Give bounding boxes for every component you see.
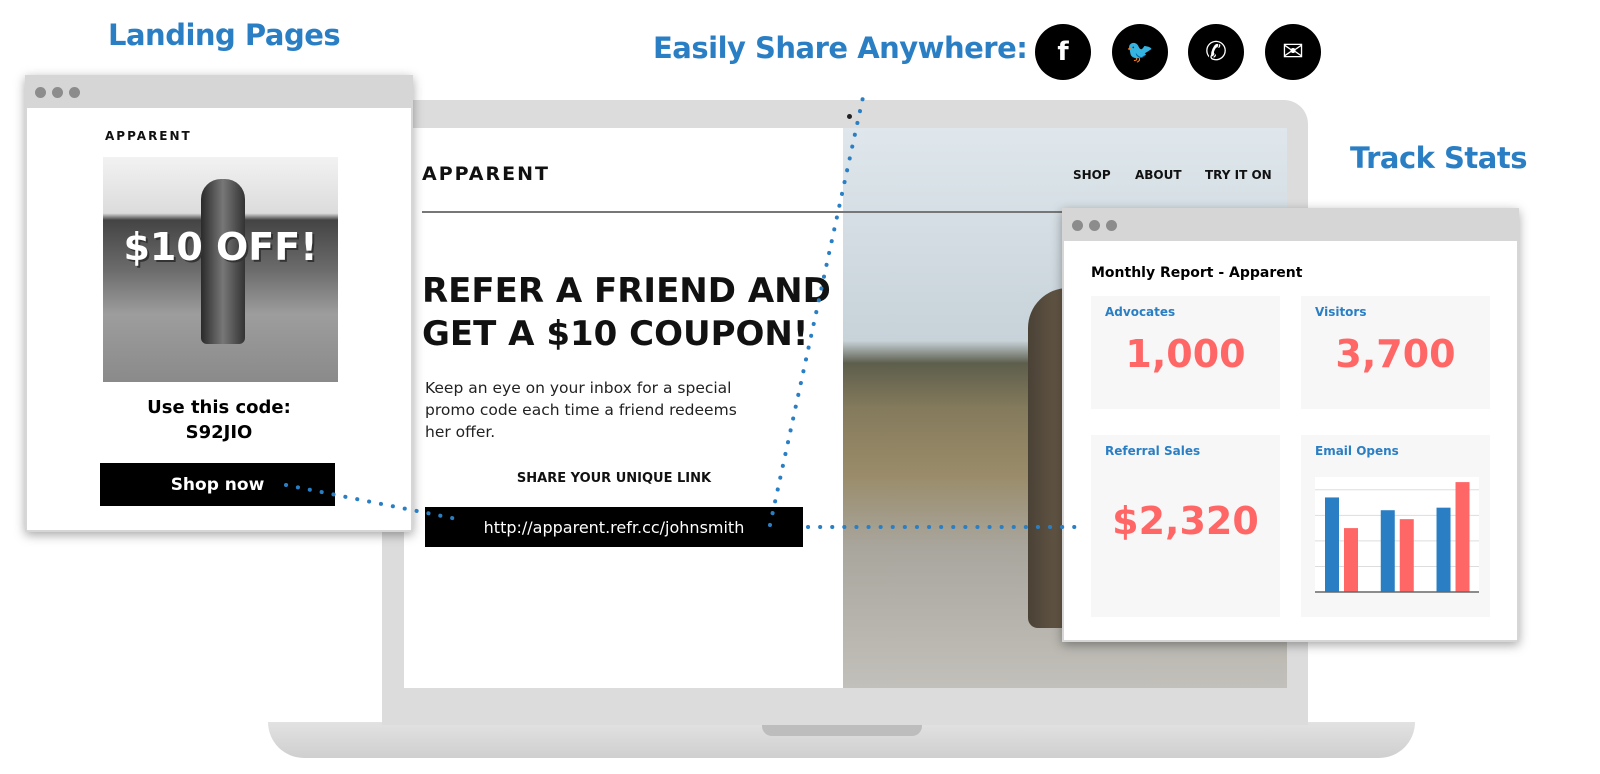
phone-icon[interactable]: ✆ bbox=[1188, 24, 1244, 80]
headline-line-1: REFER A FRIEND AND bbox=[422, 271, 831, 311]
chart-background bbox=[1315, 477, 1479, 593]
share-heading: Easily Share Anywhere: bbox=[653, 31, 1028, 65]
window-dot bbox=[1072, 220, 1083, 231]
chart-bar bbox=[1436, 507, 1451, 592]
chart-bar bbox=[1325, 497, 1339, 592]
headline-line-2: GET A $10 COUPON! bbox=[422, 314, 809, 354]
window-dot bbox=[69, 87, 80, 98]
card-label: Advocates bbox=[1105, 305, 1176, 319]
chart-bar bbox=[1380, 510, 1395, 592]
promo-text: $10 OFF! bbox=[123, 225, 318, 269]
email-opens-card: Email Opens bbox=[1301, 435, 1490, 617]
card-label: Referral Sales bbox=[1105, 444, 1201, 458]
unique-link-box[interactable]: http://apparent.refr.cc/johnsmith bbox=[425, 507, 803, 547]
referral-sales-card: Referral Sales $2,320 bbox=[1091, 435, 1280, 617]
window-dot bbox=[1089, 220, 1100, 231]
window-dot bbox=[1106, 220, 1117, 231]
nav-try-it-on[interactable]: TRY IT ON bbox=[1205, 168, 1272, 182]
chart-bar bbox=[1344, 528, 1358, 592]
email-opens-chart bbox=[1315, 477, 1479, 593]
nav-about[interactable]: ABOUT bbox=[1135, 168, 1182, 182]
code-label: Use this code: bbox=[147, 397, 291, 418]
share-label: SHARE YOUR UNIQUE LINK bbox=[516, 471, 712, 486]
landing-page-window: APPARENT $10 OFF! Use this code: S92JIO … bbox=[25, 75, 413, 532]
shop-now-button[interactable]: Shop now bbox=[100, 463, 335, 506]
window-dot bbox=[52, 87, 63, 98]
card-label: Email Opens bbox=[1315, 444, 1399, 458]
window-titlebar bbox=[1064, 210, 1517, 241]
report-title: Monthly Report - Apparent bbox=[1091, 265, 1303, 281]
twitter-icon[interactable]: 🐦 bbox=[1112, 24, 1168, 80]
landing-pages-heading: Landing Pages bbox=[108, 18, 341, 52]
email-logo: APPARENT bbox=[105, 129, 192, 143]
header-divider bbox=[422, 211, 1082, 213]
facebook-icon[interactable]: f bbox=[1035, 24, 1091, 80]
card-value: $2,320 bbox=[1112, 499, 1259, 543]
site-logo[interactable]: APPARENT bbox=[422, 163, 550, 185]
body-text: Keep an eye on your inbox for a special … bbox=[425, 379, 737, 441]
promo-image: $10 OFF! bbox=[103, 157, 338, 382]
card-value: 1,000 bbox=[1125, 332, 1246, 376]
advocates-card: Advocates 1,000 bbox=[1091, 296, 1280, 409]
window-dot bbox=[35, 87, 46, 98]
chart-bar bbox=[1455, 482, 1470, 592]
card-label: Visitors bbox=[1315, 305, 1367, 319]
nav-shop[interactable]: SHOP bbox=[1073, 168, 1111, 182]
coupon-code: S92JIO bbox=[185, 422, 253, 443]
chart-bar bbox=[1399, 519, 1414, 592]
email-icon[interactable]: ✉ bbox=[1265, 24, 1321, 80]
window-titlebar bbox=[27, 77, 411, 108]
track-stats-heading: Track Stats bbox=[1350, 141, 1527, 175]
laptop-camera bbox=[847, 114, 852, 119]
report-window: Monthly Report - Apparent Advocates 1,00… bbox=[1062, 208, 1519, 642]
card-value: 3,700 bbox=[1335, 332, 1456, 376]
visitors-card: Visitors 3,700 bbox=[1301, 296, 1490, 409]
